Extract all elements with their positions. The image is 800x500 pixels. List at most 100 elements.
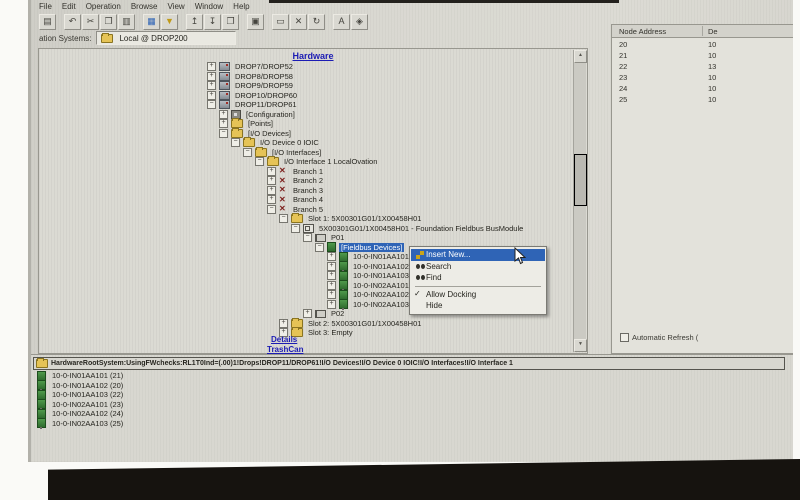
result-item[interactable]: 10-0-IN02AA102 (24) <box>37 409 123 419</box>
expand-icon[interactable]: + <box>207 72 216 81</box>
context-menu-item-find[interactable]: Find <box>411 272 545 284</box>
tree-scrollbar[interactable]: ▲ ▼ <box>573 50 586 352</box>
expand-icon[interactable]: + <box>267 176 276 185</box>
tree-item[interactable]: −Branch 5 <box>39 205 573 215</box>
collapse-icon[interactable]: − <box>243 148 252 157</box>
expand-icon[interactable]: + <box>327 262 336 271</box>
expand-icon[interactable]: + <box>207 91 216 100</box>
expand-icon[interactable]: + <box>327 281 336 290</box>
result-item[interactable]: 10-0-IN02AA103 (25) <box>37 419 123 429</box>
collapse-icon[interactable]: − <box>219 129 228 138</box>
menu-view[interactable]: View <box>168 2 185 13</box>
collapse-icon[interactable]: − <box>315 243 324 252</box>
expand-icon[interactable]: + <box>327 271 336 280</box>
result-item[interactable]: 10-0-IN01AA103 (22) <box>37 390 123 400</box>
node-address-row[interactable]: 2213 <box>612 61 793 72</box>
node-address-row[interactable]: 2010 <box>612 39 793 50</box>
context-menu-item-allow-docking[interactable]: ✓Allow Docking <box>411 289 545 301</box>
context-menu-item-hide[interactable]: Hide <box>411 300 545 312</box>
tree-item[interactable]: +DROP8/DROP58 <box>39 72 573 82</box>
node-address-row[interactable]: 2310 <box>612 72 793 83</box>
tree-item[interactable]: +Slot 3: Empty <box>39 328 573 338</box>
copy-page-button[interactable]: ❐ <box>222 14 239 30</box>
attributes-button[interactable]: A <box>333 14 350 30</box>
expand-icon[interactable]: + <box>327 300 336 309</box>
refresh-button[interactable]: ↻ <box>308 14 325 30</box>
node-address-row[interactable]: 2410 <box>612 83 793 94</box>
node-address-row[interactable]: 2110 <box>612 50 793 61</box>
palette-button[interactable]: ▦ <box>143 14 160 30</box>
tree-item[interactable]: −[I/O Interfaces] <box>39 148 573 158</box>
scrollbar-thumb[interactable] <box>574 154 587 206</box>
tree-item-label: DROP10/DROP60 <box>233 91 299 100</box>
expand-icon[interactable]: + <box>219 119 228 128</box>
branch-icon <box>279 205 288 213</box>
expand-icon[interactable]: + <box>327 252 336 261</box>
expand-icon[interactable]: + <box>207 81 216 90</box>
tree-item[interactable]: +Branch 2 <box>39 176 573 186</box>
collapse-icon[interactable]: − <box>291 224 300 233</box>
undo-button[interactable]: ↶ <box>64 14 81 30</box>
export-button[interactable]: ↧ <box>204 14 221 30</box>
expand-icon[interactable]: + <box>267 186 276 195</box>
tree-item[interactable]: +Branch 1 <box>39 167 573 177</box>
menu-file[interactable]: File <box>39 2 52 13</box>
result-item-label: 10-0-IN01AA102 (20) <box>52 381 123 390</box>
tree-item[interactable]: −[I/O Devices] <box>39 129 573 139</box>
details-link[interactable]: Details <box>271 335 297 344</box>
menu-window[interactable]: Window <box>195 2 223 13</box>
filter-button[interactable]: ▼ <box>161 14 178 30</box>
expand-icon[interactable]: + <box>219 110 228 119</box>
tree-item[interactable]: +DROP7/DROP52 <box>39 62 573 72</box>
collapse-icon[interactable]: − <box>279 214 288 223</box>
tree-item[interactable]: −DROP11/DROP61 <box>39 100 573 110</box>
snapshot-button[interactable]: ◈ <box>351 14 368 30</box>
expand-icon[interactable]: + <box>279 319 288 328</box>
expand-icon[interactable]: + <box>267 167 276 176</box>
tree-item[interactable]: +Branch 3 <box>39 186 573 196</box>
node-address-row[interactable]: 2510 <box>612 94 793 105</box>
tree-item[interactable]: +DROP9/DROP59 <box>39 81 573 91</box>
result-item[interactable]: 10-0-IN02AA101 (23) <box>37 400 123 410</box>
collapse-icon[interactable]: − <box>303 233 312 242</box>
menu-operation[interactable]: Operation <box>86 2 121 13</box>
auto-refresh-row: Automatic Refresh ( <box>620 333 698 342</box>
result-item[interactable]: 10-0-IN01AA102 (20) <box>37 381 123 391</box>
copy-button[interactable]: ❐ <box>100 14 117 30</box>
result-item[interactable]: 10-0-IN01AA101 (21) <box>37 371 123 381</box>
menu-edit[interactable]: Edit <box>62 2 76 13</box>
menu-browse[interactable]: Browse <box>131 2 158 13</box>
tree-item[interactable]: −5X00301G01/1X00458H01 - Foundation Fiel… <box>39 224 573 234</box>
camera-button[interactable]: ▣ <box>247 14 264 30</box>
collapse-icon[interactable]: − <box>267 205 276 214</box>
print-button[interactable]: ▤ <box>39 14 56 30</box>
paste-button[interactable]: ▥ <box>118 14 135 30</box>
tree-item[interactable]: +Slot 2: 5X00301G01/1X00458H01 <box>39 319 573 329</box>
tree-item[interactable]: +[Configuration] <box>39 110 573 120</box>
system-selector[interactable]: Local @ DROP200 <box>96 31 236 45</box>
select-button[interactable]: ▭ <box>272 14 289 30</box>
collapse-icon[interactable]: − <box>207 100 216 109</box>
trashcan-link[interactable]: TrashCan <box>267 345 303 354</box>
tree-item[interactable]: +[Points] <box>39 119 573 129</box>
expand-icon[interactable]: + <box>267 195 276 204</box>
expand-icon[interactable]: + <box>327 290 336 299</box>
expand-icon[interactable]: + <box>207 62 216 71</box>
tree-item[interactable]: −I/O Device 0 IOIC <box>39 138 573 148</box>
import-button[interactable]: ↥ <box>186 14 203 30</box>
menu-help[interactable]: Help <box>233 2 249 13</box>
cut-button[interactable]: ✂ <box>82 14 99 30</box>
scroll-down-icon[interactable]: ▼ <box>574 339 587 352</box>
auto-refresh-checkbox[interactable] <box>620 333 629 342</box>
delete-button[interactable]: ✕ <box>290 14 307 30</box>
panel-title: Hardware <box>39 51 587 61</box>
tree-item[interactable]: −Slot 1: 5X00301G01/1X00458H01 <box>39 214 573 224</box>
tree-item[interactable]: + DROP10/DROP60 <box>39 91 573 101</box>
scroll-up-icon[interactable]: ▲ <box>574 50 587 63</box>
tree-item[interactable]: −I/O Interface 1 LocalOvation <box>39 157 573 167</box>
collapse-icon[interactable]: − <box>255 157 264 166</box>
tree-item[interactable]: −P01 <box>39 233 573 243</box>
collapse-icon[interactable]: − <box>231 138 240 147</box>
tree-item[interactable]: +Branch 4 <box>39 195 573 205</box>
expand-icon[interactable]: + <box>303 309 312 318</box>
